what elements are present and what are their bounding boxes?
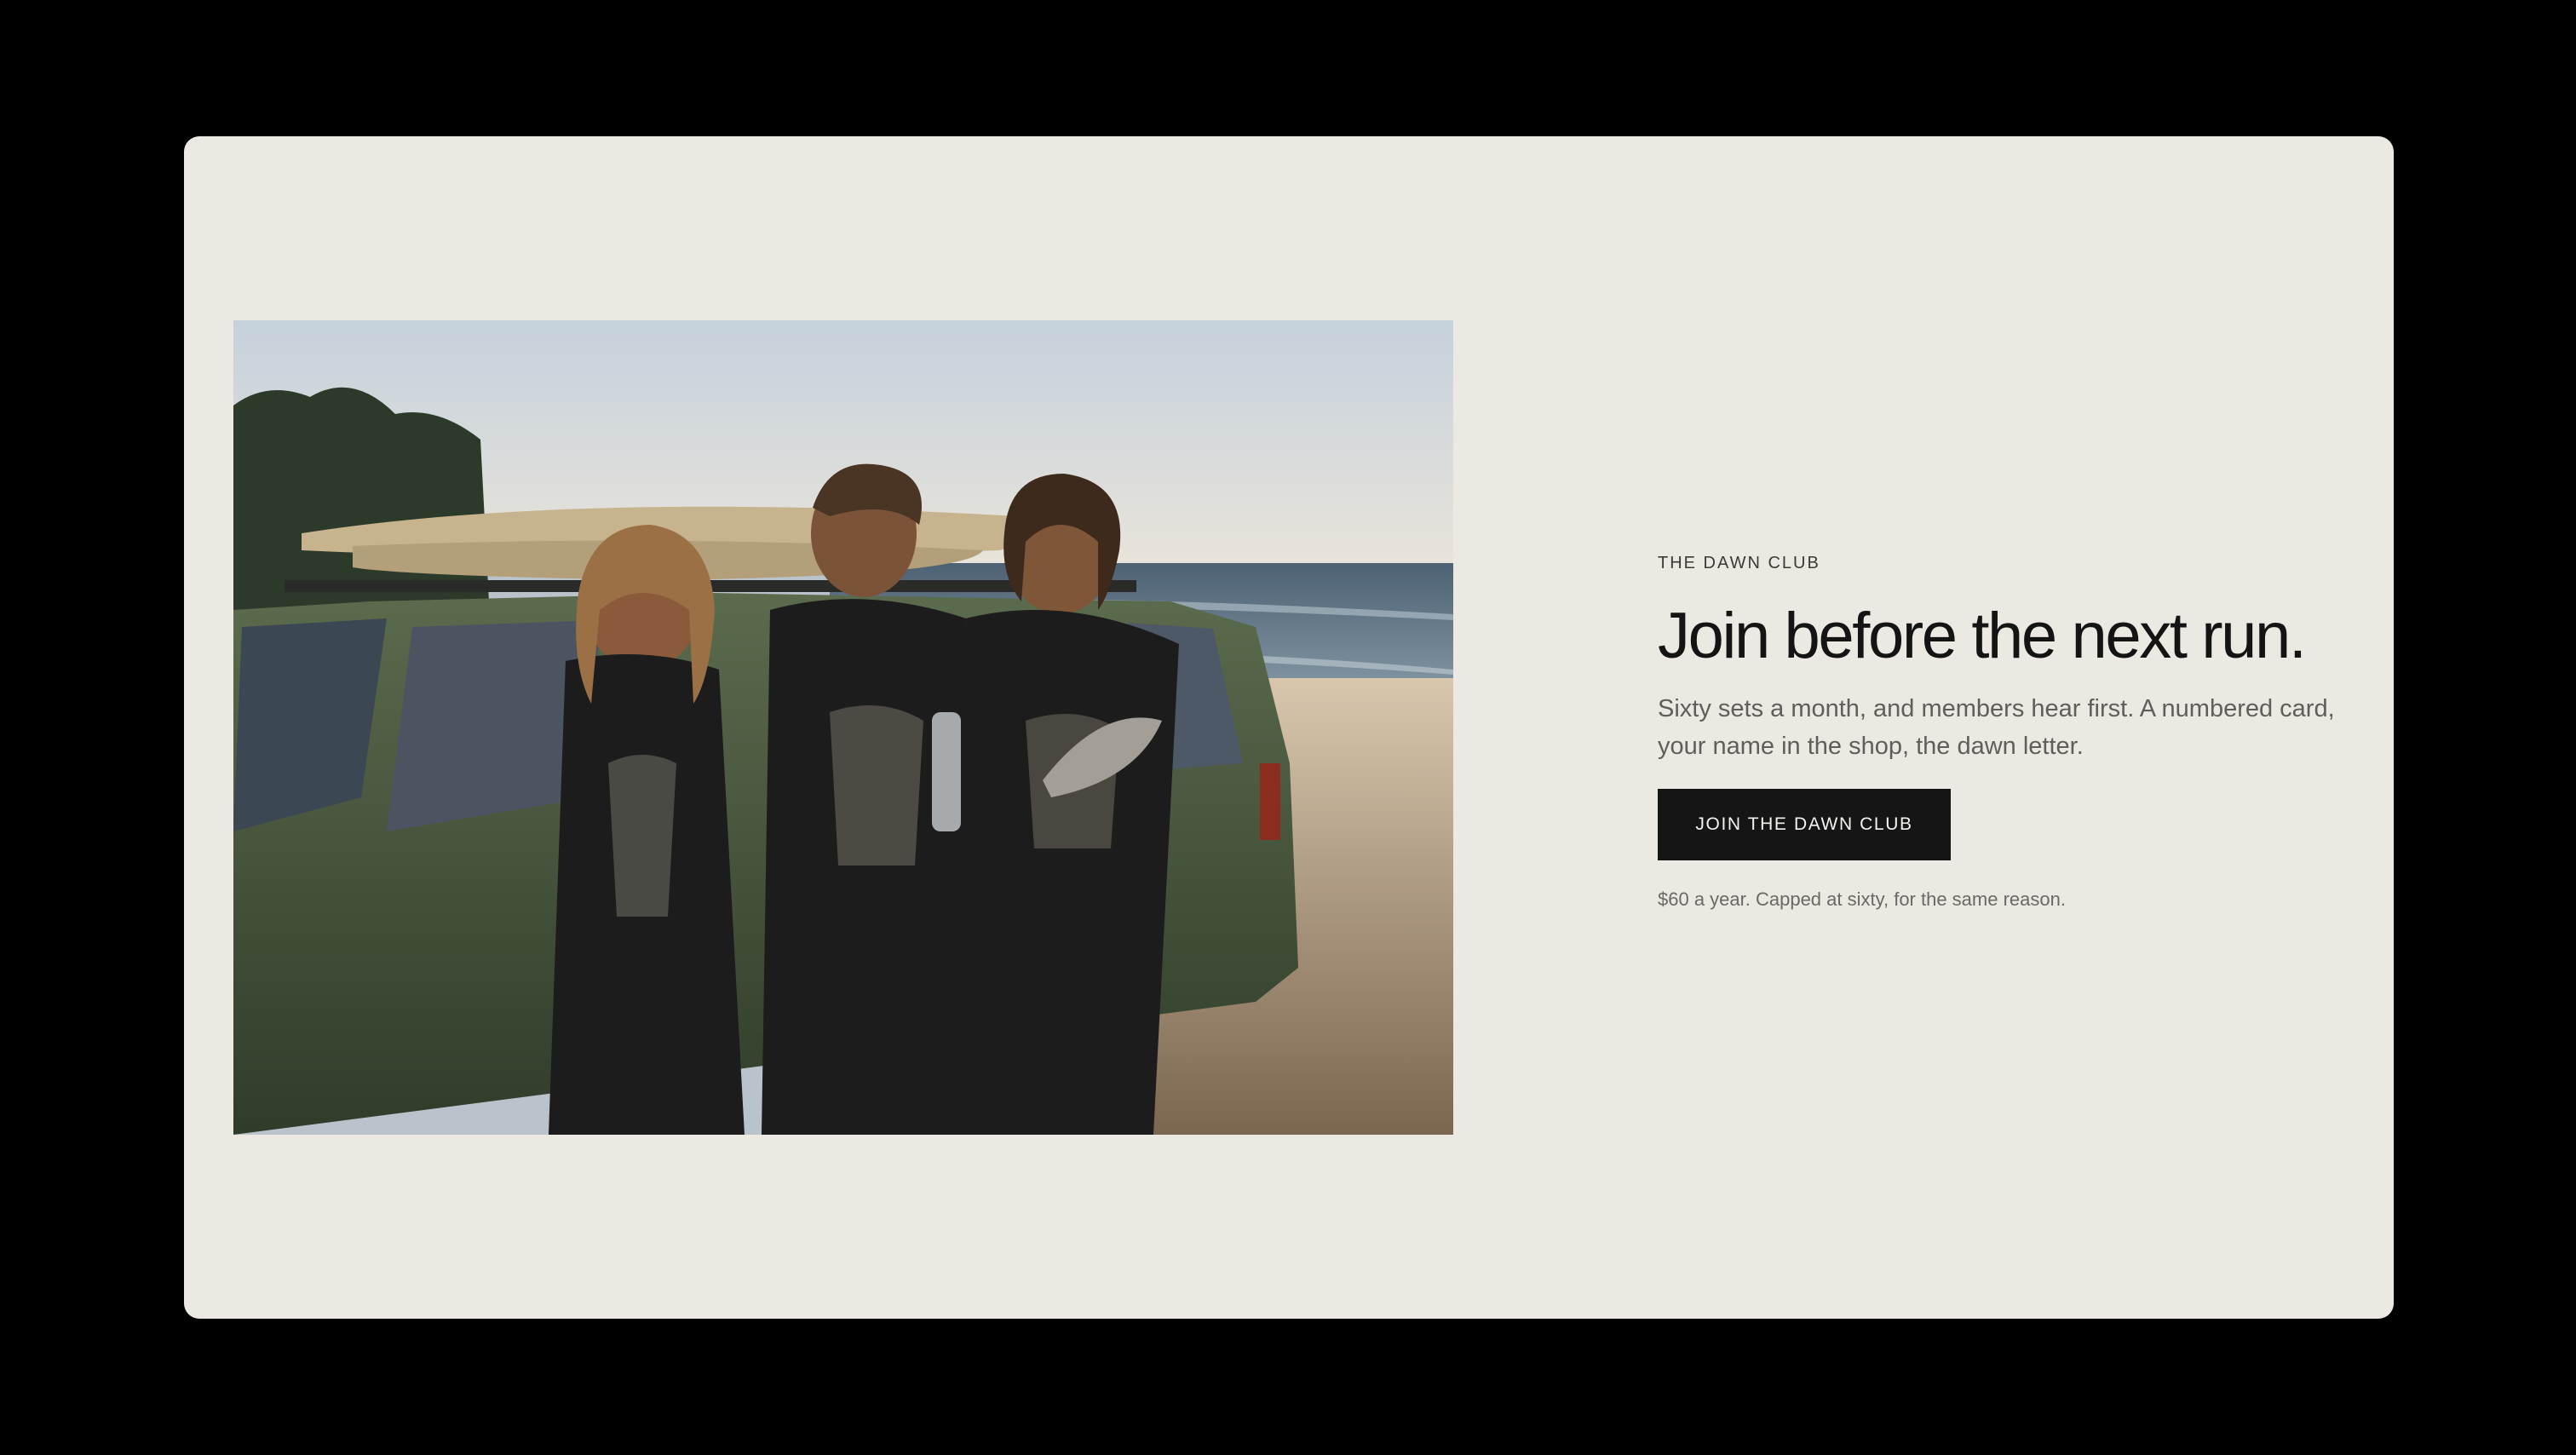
- join-dawn-club-button[interactable]: JOIN THE DAWN CLUB: [1658, 789, 1951, 860]
- section-eyebrow: THE DAWN CLUB: [1658, 554, 1820, 572]
- section-description: Sixty sets a month, and members hear fir…: [1658, 695, 2335, 760]
- hero-photo-illustration: [233, 320, 1453, 1135]
- dawn-club-promo: THE DAWN CLUB Join before the next run. …: [1658, 550, 2356, 913]
- hero-photo-surfers-by-car: [233, 320, 1453, 1135]
- dawn-club-section: THE DAWN CLUB Join before the next run. …: [184, 136, 2394, 1319]
- section-headline: Join before the next run.: [1658, 600, 2307, 672]
- pricing-note: $60 a year. Capped at sixty, for the sam…: [1658, 889, 2066, 910]
